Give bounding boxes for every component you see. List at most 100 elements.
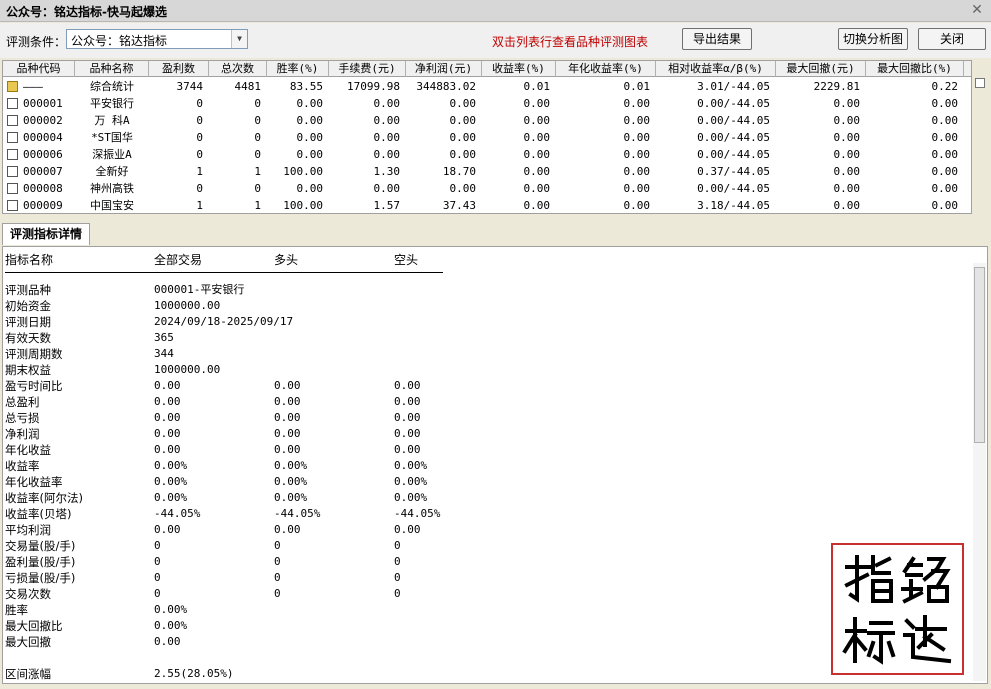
metric-short: 0.00 [394, 443, 421, 456]
metric-name: 总盈利 [5, 395, 40, 409]
switch-chart-button[interactable]: 切换分析图 [838, 28, 908, 50]
seal-graphic [842, 555, 952, 665]
cell-max-drawdown: 0.00 [833, 148, 861, 161]
metric-short: 0.00 [394, 411, 421, 424]
cell-fee: 0.00 [373, 182, 401, 195]
scrollbar-thumb[interactable] [974, 267, 985, 443]
column-header-return[interactable]: 收益率(%) [482, 61, 556, 77]
detail-scrollbar[interactable] [973, 263, 986, 681]
cell-max-drawdown-ratio: 0.00 [931, 182, 959, 195]
metric-name: 初始资金 [5, 299, 51, 313]
metric-short: 0.00% [394, 491, 428, 504]
metric-long: 0.00% [274, 459, 308, 472]
cell-trades: 0 [254, 131, 261, 144]
cell-trades: 0 [254, 182, 261, 195]
grid-checkbox[interactable] [975, 78, 985, 88]
metric-name: 盈利量(股/手) [5, 555, 76, 569]
table-row[interactable]: 000006 深振业A 0 0 0.00 0.00 0.00 0.00 0.00 0.00/-44… [3, 146, 971, 163]
column-header-name[interactable]: 品种名称 [75, 61, 149, 77]
document-icon [7, 200, 18, 211]
column-header-wins[interactable]: 盈利数 [149, 61, 209, 77]
table-row[interactable]: 000008 神州高铁 0 0 0.00 0.00 0.00 0.00 0.00 0.00/-44… [3, 180, 971, 197]
column-header-fee[interactable]: 手续费(元) [329, 61, 406, 77]
table-row[interactable]: 000004 *ST国华 0 0 0.00 0.00 0.00 0.00 0.00 0.00/-4… [3, 129, 971, 146]
metric-short: 0 [394, 571, 401, 584]
cell-name: 神州高铁 [90, 182, 134, 195]
summary-row[interactable]: ——— 综合统计 3744 4481 83.55 17099.98 344883.02 0.0… [3, 78, 971, 95]
metric-name: 胜率 [5, 603, 28, 617]
detail-row: 总亏损 0.00 0.00 0.00 [3, 410, 463, 426]
cell-max-drawdown-ratio: 0.00 [931, 165, 959, 178]
cell-netprofit: 0.00 [449, 97, 477, 110]
detail-row: 盈亏时间比 0.00 0.00 0.00 [3, 378, 463, 394]
metric-short: 0.00 [394, 395, 421, 408]
document-icon [7, 183, 18, 194]
metric-short: 0.00 [394, 427, 421, 440]
column-header-max-drawdown-ratio[interactable]: 最大回撤比(%) [866, 61, 964, 77]
cell-trades: 1 [254, 165, 261, 178]
column-header-max-drawdown[interactable]: 最大回撤(元) [776, 61, 866, 77]
cell-return: 0.00 [523, 148, 551, 161]
results-grid[interactable]: 品种代码 品种名称 盈利数 总次数 胜率(%) 手续费(元) 净利润(元) 收益率(%) 年化收… [2, 60, 972, 214]
toolbar: 评测条件： 公众号：铭达指标 ▼ 双击列表行查看品种评测图表 导出结果 切换分析… [0, 23, 991, 58]
folder-open-icon [7, 81, 18, 92]
metric-name: 最大回撤 [5, 635, 51, 649]
detail-header-all: 全部交易 [154, 253, 203, 267]
metric-long: 0.00 [274, 379, 301, 392]
column-header-relative-return[interactable]: 相对收益率α/β(%) [656, 61, 776, 77]
cell-code: 000002 [23, 114, 63, 127]
metric-all: 0.00 [154, 379, 181, 392]
cell-trades: 0 [254, 97, 261, 110]
metric-name: 盈亏时间比 [5, 379, 63, 393]
cell-annual-return: 0.01 [623, 80, 651, 93]
cell-name: 平安银行 [90, 97, 134, 110]
metric-all: 0.00 [154, 635, 181, 648]
column-header-code[interactable]: 品种代码 [3, 61, 75, 77]
condition-select[interactable]: 公众号：铭达指标 ▼ [66, 29, 248, 49]
detail-panel: 指标名称 全部交易 多头 空头 评测品种 000001-平安银行 初始资金 10000… [2, 246, 988, 684]
column-header-annual-return[interactable]: 年化收益率(%) [556, 61, 656, 77]
cell-max-drawdown-ratio: 0.00 [931, 97, 959, 110]
metric-name: 收益率(贝塔) [5, 507, 72, 521]
table-row[interactable]: 000009 中国宝安 1 1 100.00 1.57 37.43 0.00 0.00 3.18/… [3, 197, 971, 213]
cell-max-drawdown-ratio: 0.22 [931, 80, 959, 93]
cell-relative-return: 3.01/-44.05 [697, 80, 770, 93]
condition-label: 评测条件： [6, 35, 67, 49]
column-header-winrate[interactable]: 胜率(%) [267, 61, 329, 77]
cell-fee: 0.00 [373, 148, 401, 161]
metric-short: 0.00% [394, 475, 428, 488]
document-icon [7, 149, 18, 160]
metric-name: 净利润 [5, 427, 40, 441]
detail-row: 收益率(阿尔法) 0.00% 0.00% 0.00% [3, 490, 463, 506]
detail-row: 总盈利 0.00 0.00 0.00 [3, 394, 463, 410]
cell-code: ——— [23, 80, 43, 93]
tab-metric-details[interactable]: 评测指标详情 [2, 223, 90, 245]
cell-name: *ST国华 [91, 131, 133, 144]
document-icon [7, 132, 18, 143]
cell-annual-return: 0.00 [623, 165, 651, 178]
table-row[interactable]: 000002 万 科A 0 0 0.00 0.00 0.00 0.00 0.00 0.00/-44… [3, 112, 971, 129]
metric-name: 交易次数 [5, 587, 51, 601]
close-icon[interactable]: ✕ [969, 1, 985, 19]
metric-name: 收益率(阿尔法) [5, 491, 83, 505]
detail-header-short: 空头 [394, 253, 419, 267]
column-header-trades[interactable]: 总次数 [209, 61, 267, 77]
double-click-hint: 双击列表行查看品种评测图表 [492, 35, 649, 49]
chevron-down-icon[interactable]: ▼ [231, 30, 247, 48]
column-header-netprofit[interactable]: 净利润(元) [406, 61, 482, 77]
close-button[interactable]: 关闭 [918, 28, 986, 50]
metric-name: 评测周期数 [5, 347, 63, 361]
cell-code: 000008 [23, 182, 63, 195]
cell-relative-return: 0.00/-44.05 [697, 148, 770, 161]
metric-all: 0 [154, 571, 161, 584]
cell-winrate: 83.55 [289, 80, 323, 93]
export-button[interactable]: 导出结果 [682, 28, 752, 50]
cell-netprofit: 0.00 [449, 148, 477, 161]
table-row[interactable]: 000001 平安银行 0 0 0.00 0.00 0.00 0.00 0.00 0.00/-44… [3, 95, 971, 112]
detail-row: 评测日期 2024/09/18-2025/09/17 [3, 314, 463, 330]
cell-return: 0.01 [523, 80, 551, 93]
table-row[interactable]: 000007 全新好 1 1 100.00 1.30 18.70 0.00 0.00 0.37/-… [3, 163, 971, 180]
cell-netprofit: 0.00 [449, 131, 477, 144]
cell-max-drawdown: 2229.81 [813, 80, 860, 93]
metric-long: 0.00 [274, 523, 301, 536]
